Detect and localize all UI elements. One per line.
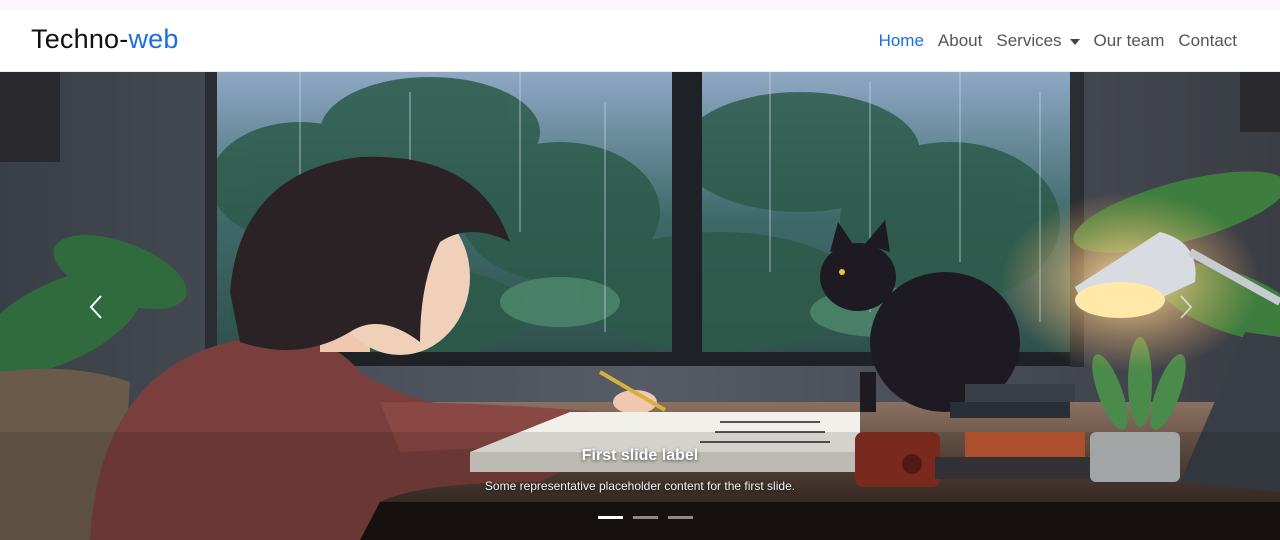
carousel-indicator-3[interactable] bbox=[668, 516, 693, 519]
nav-services-label: Services bbox=[996, 31, 1062, 50]
brand-logo[interactable]: Techno-web bbox=[31, 24, 179, 55]
slide-caption-title: First slide label bbox=[581, 447, 699, 464]
navbar: Techno-web Home About Services Our team … bbox=[0, 10, 1280, 72]
chevron-right-icon bbox=[1180, 295, 1193, 319]
carousel-indicators bbox=[598, 516, 693, 519]
carousel-next-button[interactable] bbox=[1156, 272, 1216, 342]
carousel-indicator-1[interactable] bbox=[598, 516, 623, 519]
brand-text: Techno- bbox=[31, 24, 129, 54]
main-nav: Home About Services Our team Contact bbox=[872, 10, 1244, 72]
nav-our-team[interactable]: Our team bbox=[1087, 10, 1172, 72]
chevron-left-icon bbox=[89, 295, 102, 319]
brand-accent-text: web bbox=[128, 24, 179, 54]
top-strip bbox=[0, 0, 1280, 10]
nav-home[interactable]: Home bbox=[872, 10, 931, 72]
carousel-prev-button[interactable] bbox=[66, 272, 126, 342]
carousel-indicator-2[interactable] bbox=[633, 516, 658, 519]
slide-caption: First slide label Some representative pl… bbox=[340, 447, 940, 493]
nav-contact[interactable]: Contact bbox=[1171, 10, 1244, 72]
hero-carousel: First slide label Some representative pl… bbox=[0, 72, 1280, 540]
nav-about[interactable]: About bbox=[931, 10, 989, 72]
caret-down-icon bbox=[1069, 39, 1080, 45]
slide-caption-text: Some representative placeholder content … bbox=[484, 479, 796, 493]
nav-services-dropdown[interactable]: Services bbox=[989, 10, 1086, 72]
